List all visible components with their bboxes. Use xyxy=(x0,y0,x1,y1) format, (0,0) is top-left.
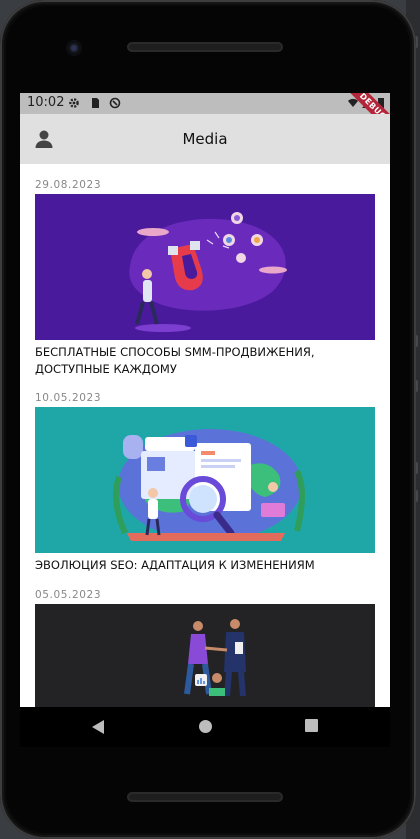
top-speaker xyxy=(127,42,283,52)
screen: 10:02 DEBUG Media 29.08.2023 БЕСПЛАТНЫЕ … xyxy=(20,93,390,707)
article-image[interactable] xyxy=(35,407,375,553)
article-card[interactable]: 29.08.2023 БЕСПЛАТНЫЕ СПОСОБЫ SMM-ПРОДВИ… xyxy=(35,176,375,378)
app-bar: Media xyxy=(20,114,390,164)
article-date: 05.05.2023 xyxy=(35,589,102,601)
sync-icon xyxy=(109,97,121,109)
page-title: Media xyxy=(182,130,228,148)
status-bar: 10:02 DEBUG xyxy=(20,93,390,139)
media-feed[interactable]: 29.08.2023 БЕСПЛАТНЫЕ СПОСОБЫ SMM-ПРОДВИ… xyxy=(20,164,390,707)
sd-card-icon xyxy=(89,97,101,109)
recents-icon[interactable] xyxy=(305,719,318,732)
bottom-speaker xyxy=(127,792,283,802)
status-time: 10:02 xyxy=(27,95,65,110)
article-date: 10.05.2023 xyxy=(35,392,102,404)
article-card[interactable]: 05.05.2023 xyxy=(35,586,375,707)
article-image[interactable] xyxy=(35,604,375,707)
settings-icon xyxy=(68,97,80,109)
home-icon[interactable] xyxy=(198,719,213,734)
article-title[interactable]: ЭВОЛЮЦИЯ SEO: АДАПТАЦИЯ К ИЗМЕНЕНИЯМ xyxy=(35,557,375,574)
article-title[interactable]: БЕСПЛАТНЫЕ СПОСОБЫ SMM-ПРОДВИЖЕНИЯ, ДОСТ… xyxy=(35,344,375,378)
article-date: 29.08.2023 xyxy=(35,179,102,191)
back-icon[interactable] xyxy=(91,719,105,735)
article-image[interactable] xyxy=(35,194,375,340)
front-camera xyxy=(66,40,82,56)
system-nav-bar xyxy=(20,707,390,747)
article-card[interactable]: 10.05.2023 ЭВОЛЮЦИЯ SEO: АДАПТАЦИЯ К ИЗМ… xyxy=(35,389,375,574)
